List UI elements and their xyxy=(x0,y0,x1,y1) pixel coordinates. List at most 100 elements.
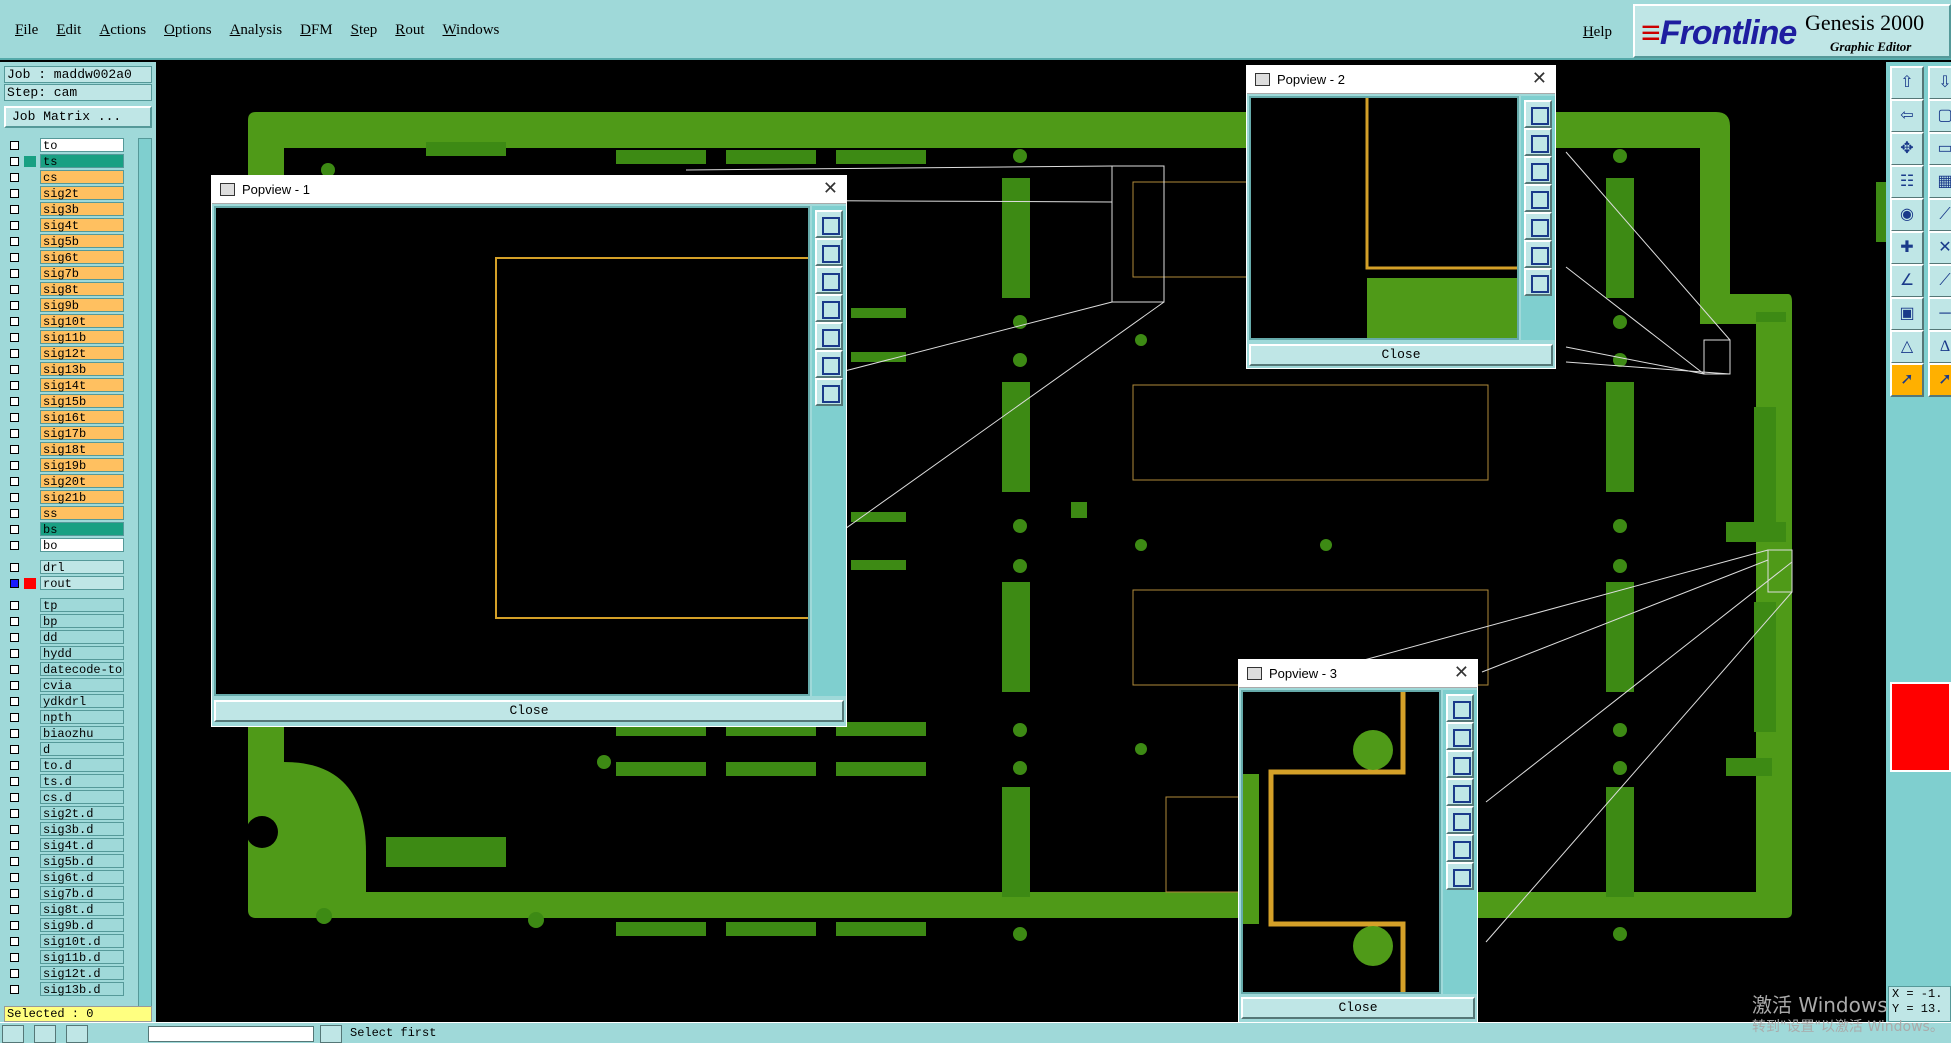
hline-button[interactable]: ─ xyxy=(1928,297,1951,331)
pointer-button[interactable]: ➚ xyxy=(1890,363,1924,397)
layer-row[interactable]: sig15b xyxy=(4,394,124,409)
layer-row[interactable]: sig5b.d xyxy=(4,854,124,869)
layer-checkbox[interactable] xyxy=(10,285,19,294)
layer-row[interactable]: sig5b xyxy=(4,234,124,249)
popview-2-canvas[interactable] xyxy=(1249,96,1519,340)
layer-row[interactable]: sig8t.d xyxy=(4,902,124,917)
layer-row[interactable]: ts xyxy=(4,154,124,169)
zoom-in-icon[interactable] xyxy=(1446,722,1474,750)
popview-1-close-button[interactable]: Close xyxy=(214,700,844,722)
layer-row[interactable]: cvia xyxy=(4,678,124,693)
layer-row[interactable]: dd xyxy=(4,630,124,645)
layer-row[interactable]: datecode-to xyxy=(4,662,124,677)
menu-rout[interactable]: Rout xyxy=(386,20,433,41)
layer-row[interactable]: sig7b.d xyxy=(4,886,124,901)
layer-checkbox[interactable] xyxy=(10,713,19,722)
layer-row[interactable]: sig11b xyxy=(4,330,124,345)
layer-checkbox[interactable] xyxy=(10,221,19,230)
zoom-out-icon[interactable] xyxy=(1524,156,1552,184)
popview-3-titlebar[interactable]: Popview - 3 ✕ xyxy=(1239,660,1477,688)
layer-row[interactable]: sig17b xyxy=(4,426,124,441)
layer-checkbox[interactable] xyxy=(10,617,19,626)
layer-checkbox[interactable] xyxy=(10,841,19,850)
layer-checkbox[interactable] xyxy=(10,873,19,882)
layer-checkbox[interactable] xyxy=(10,809,19,818)
layer-checkbox[interactable] xyxy=(10,365,19,374)
popview-2-titlebar[interactable]: Popview - 2 ✕ xyxy=(1247,66,1555,94)
menu-edit[interactable]: Edit xyxy=(47,20,90,41)
line-button[interactable]: ⟋ xyxy=(1928,198,1951,232)
center-icon[interactable] xyxy=(1524,268,1552,296)
menu-windows[interactable]: Windows xyxy=(433,20,508,41)
layer-row[interactable]: sig9b xyxy=(4,298,124,313)
layer-row[interactable]: sig13b xyxy=(4,362,124,377)
zoom-area-icon[interactable] xyxy=(815,350,843,378)
layer-checkbox[interactable] xyxy=(10,541,19,550)
layer-checkbox[interactable] xyxy=(10,317,19,326)
layer-checkbox[interactable] xyxy=(10,761,19,770)
layer-row[interactable]: sig19b xyxy=(4,458,124,473)
status-button-3[interactable] xyxy=(66,1025,88,1043)
zoom-area-icon[interactable] xyxy=(1446,834,1474,862)
pan-left-icon[interactable] xyxy=(815,294,843,322)
layer-checkbox[interactable] xyxy=(10,905,19,914)
layer-row[interactable]: sig18t xyxy=(4,442,124,457)
popview-3-canvas[interactable] xyxy=(1241,690,1441,994)
status-button-2[interactable] xyxy=(34,1025,56,1043)
pan-right-icon[interactable] xyxy=(1524,212,1552,240)
layer-up-button[interactable]: ⇧ xyxy=(1890,66,1924,100)
layer-row[interactable]: sig10t.d xyxy=(4,934,124,949)
layer-row[interactable]: sig21b xyxy=(4,490,124,505)
center-icon[interactable] xyxy=(815,378,843,406)
fit-icon[interactable] xyxy=(1524,100,1552,128)
layer-row[interactable]: sig6t xyxy=(4,250,124,265)
layer-checkbox[interactable] xyxy=(10,381,19,390)
pan-right-icon[interactable] xyxy=(1446,806,1474,834)
layer-checkbox[interactable] xyxy=(10,397,19,406)
layer-checkbox[interactable] xyxy=(10,857,19,866)
layer-row[interactable]: sig3b xyxy=(4,202,124,217)
layer-checkbox[interactable] xyxy=(10,563,19,572)
delete-button[interactable]: ✕ xyxy=(1928,231,1951,265)
layer-checkbox[interactable] xyxy=(10,889,19,898)
layer-checkbox[interactable] xyxy=(10,825,19,834)
layer-list-scrollbar[interactable] xyxy=(138,138,152,1014)
layer-row[interactable]: sig13b.d xyxy=(4,982,124,997)
menu-step[interactable]: Step xyxy=(342,20,387,41)
menu-file[interactable]: File xyxy=(6,20,47,41)
layer-checkbox[interactable] xyxy=(10,969,19,978)
layer-row[interactable]: bp xyxy=(4,614,124,629)
menu-help[interactable]: Help xyxy=(1574,22,1621,43)
layer-row[interactable]: sig10t xyxy=(4,314,124,329)
layer-row[interactable]: sig14t xyxy=(4,378,124,393)
layer-row[interactable]: tp xyxy=(4,598,124,613)
zoom-in-icon[interactable] xyxy=(1524,128,1552,156)
pan-button[interactable]: ✥ xyxy=(1890,132,1924,166)
zoom-out-icon[interactable] xyxy=(1446,750,1474,778)
arc-button[interactable]: ⟋ xyxy=(1928,264,1951,298)
layer-checkbox[interactable] xyxy=(10,793,19,802)
snap-button[interactable]: ◉ xyxy=(1890,198,1924,232)
layer-checkbox[interactable] xyxy=(10,269,19,278)
grid-button[interactable]: ▦ xyxy=(1928,165,1951,199)
layer-checkbox[interactable] xyxy=(10,985,19,994)
layer-row[interactable]: sig8t xyxy=(4,282,124,297)
layer-row[interactable]: d xyxy=(4,742,124,757)
layer-row[interactable]: sig12t xyxy=(4,346,124,361)
zoom-out-icon[interactable] xyxy=(815,266,843,294)
popview-3-close-button[interactable]: Close xyxy=(1241,997,1475,1019)
delta-button[interactable]: Δ xyxy=(1928,330,1951,364)
close-icon[interactable]: ✕ xyxy=(1454,662,1469,683)
pan-right-icon[interactable] xyxy=(815,322,843,350)
layer-row[interactable]: hydd xyxy=(4,646,124,661)
layer-row[interactable]: ss xyxy=(4,506,124,521)
layer-row[interactable]: rout xyxy=(4,576,124,591)
layer-row[interactable]: sig3b.d xyxy=(4,822,124,837)
layer-row[interactable]: sig2t xyxy=(4,186,124,201)
select-button[interactable]: ▣ xyxy=(1890,297,1924,331)
layer-checkbox[interactable] xyxy=(10,937,19,946)
layer-row[interactable]: to xyxy=(4,138,124,153)
layer-row[interactable]: bo xyxy=(4,538,124,553)
layer-checkbox[interactable] xyxy=(10,237,19,246)
layer-down-button[interactable]: ⇩ xyxy=(1928,66,1951,100)
